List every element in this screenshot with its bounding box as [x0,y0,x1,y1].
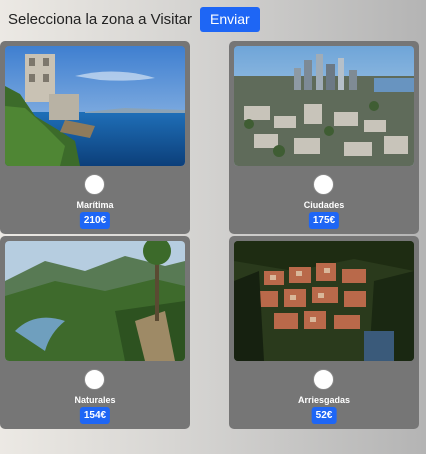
page-title: Selecciona la zona a Visitar [8,10,192,28]
zone-radio-ciudades[interactable] [313,174,334,195]
zone-photo-naturales [5,241,185,361]
zone-card-naturales[interactable]: Naturales 154€ [0,236,190,429]
zone-card-ciudades[interactable]: Ciudades 175€ [229,41,419,234]
zone-photo-maritima [5,46,185,166]
zone-card-maritima[interactable]: Marítima 210€ [0,41,190,234]
zone-radio-arriesgadas[interactable] [313,369,334,390]
zone-radio-naturales[interactable] [84,369,105,390]
zone-label: Ciudades [303,200,345,210]
zone-label: Naturales [74,395,116,405]
zone-price-badge: 154€ [79,407,111,424]
zone-price-badge: 175€ [308,212,340,229]
zone-price-badge: 52€ [311,407,337,424]
zone-price-badge: 210€ [79,212,111,229]
zone-label: Marítima [76,200,114,210]
zone-photo-ciudades [234,46,414,166]
zone-radio-maritima[interactable] [84,174,105,195]
zone-photo-arriesgadas [234,241,414,361]
zone-card-arriesgadas[interactable]: Arriesgadas 52€ [229,236,419,429]
header: Selecciona la zona a Visitar Enviar [8,6,260,32]
zone-label: Arriesgadas [297,395,351,405]
send-button[interactable]: Enviar [200,6,260,32]
